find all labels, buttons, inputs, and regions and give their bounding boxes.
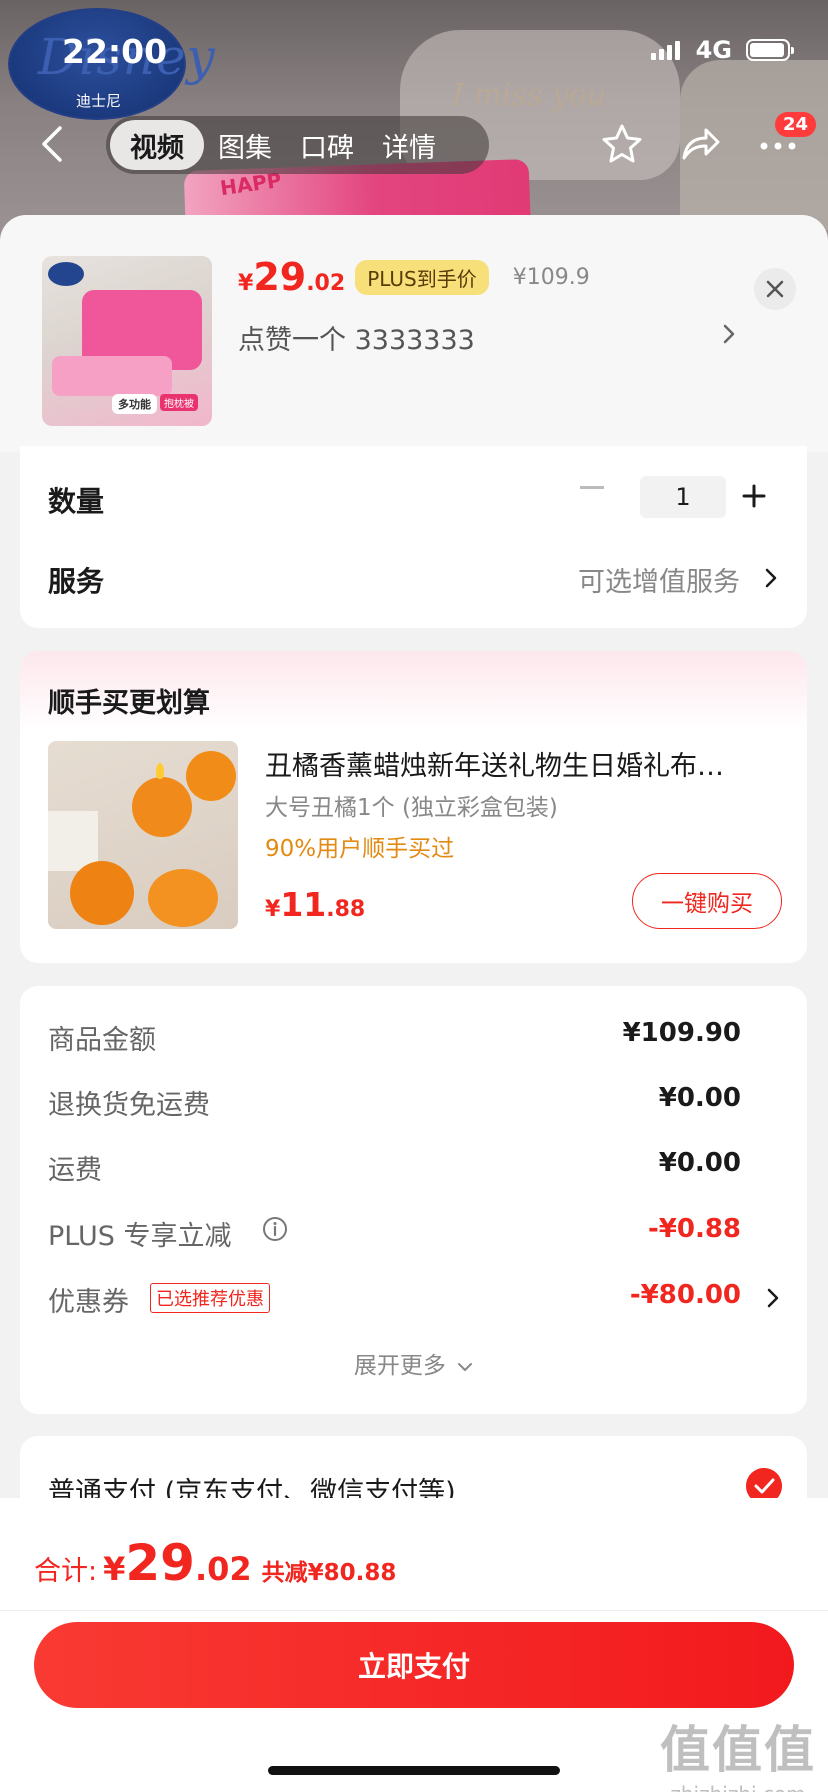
summary-label-goods: 商品金额 xyxy=(48,1025,156,1056)
backdrop-pillow-text: I miss you xyxy=(452,78,607,113)
bundle-title: 顺手买更划算 xyxy=(48,688,210,719)
price-integer: 29 xyxy=(253,255,307,299)
summary-label-coupon[interactable]: 优惠券 xyxy=(48,1280,129,1319)
bundle-popularity: 90%用户顺手买过 xyxy=(265,836,455,862)
info-icon[interactable] xyxy=(262,1216,288,1242)
coupon-recommended-tag: 已选推荐优惠 xyxy=(150,1283,270,1313)
watermark-logo: 值值值 xyxy=(660,1721,816,1779)
media-tabs: 视频 图集 口碑 详情 xyxy=(106,116,489,174)
service-label: 服务 xyxy=(48,565,105,598)
favorite-star-icon[interactable] xyxy=(600,122,644,166)
tab-video[interactable]: 视频 xyxy=(110,120,204,170)
message-count-badge: 24 xyxy=(774,112,816,137)
price-summary-card: 商品金额 ¥109.90 退换货免运费 ¥0.00 运费 ¥0.00 PLUS … xyxy=(20,986,807,1414)
summary-value-plus-discount: -¥0.88 xyxy=(647,1214,741,1244)
total-label: 合计: xyxy=(34,1556,98,1587)
chevron-right-icon[interactable] xyxy=(722,322,736,346)
tab-gallery[interactable]: 图集 xyxy=(204,120,286,170)
network-type: 4G xyxy=(695,36,732,64)
thumb-pink-blanket xyxy=(52,356,172,396)
home-indicator xyxy=(268,1766,560,1775)
nav-actions xyxy=(600,122,800,166)
bundle-price-integer: 11 xyxy=(280,885,327,924)
selected-spec[interactable]: 点赞一个 3333333 xyxy=(238,318,475,357)
tab-reviews[interactable]: 口碑 xyxy=(286,120,368,170)
thumb-brand-logo xyxy=(48,262,84,286)
bundle-product-image[interactable] xyxy=(48,741,238,929)
price-currency: ¥ xyxy=(238,271,254,296)
tab-details[interactable]: 详情 xyxy=(368,120,450,170)
close-icon[interactable] xyxy=(754,268,796,310)
chevron-right-icon[interactable] xyxy=(764,566,778,590)
share-icon[interactable] xyxy=(678,122,722,166)
divider xyxy=(0,1610,828,1611)
one-click-buy-button[interactable]: 一键购买 xyxy=(632,873,782,929)
bundle-price-decimal: .88 xyxy=(326,897,366,922)
bundle-orange xyxy=(148,869,218,927)
thumb-tag-2: 抱枕被 xyxy=(160,394,198,411)
quantity-input[interactable]: 1 xyxy=(640,476,726,518)
bundle-price-currency: ¥ xyxy=(265,897,281,922)
total-decimal: .02 xyxy=(194,1550,252,1588)
summary-value-shipping: ¥0.00 xyxy=(658,1148,741,1178)
candle-flame xyxy=(156,763,164,779)
bundle-price: ¥ 11 .88 xyxy=(265,885,365,924)
price-decimal: .02 xyxy=(306,271,346,296)
summary-value-coupon[interactable]: -¥80.00 xyxy=(630,1280,741,1310)
quantity-increase-button[interactable] xyxy=(742,484,766,508)
quantity-label: 数量 xyxy=(48,485,105,518)
service-value[interactable]: 可选增值服务 xyxy=(578,560,740,599)
options-card: 数量 服务 xyxy=(20,446,807,628)
product-price: ¥ 29 .02 PLUS到手价 ¥109.9 xyxy=(238,258,590,296)
plus-price-tag: PLUS到手价 xyxy=(355,259,489,295)
total-integer: 29 xyxy=(125,1534,195,1592)
summary-label-plus-discount: PLUS 专享立减 xyxy=(48,1221,232,1252)
product-thumbnail[interactable]: 多功能 抱枕被 xyxy=(42,256,212,426)
pay-now-button[interactable]: 立即支付 xyxy=(34,1622,794,1708)
watermark-url: zhizhizhi.com xyxy=(660,1782,816,1792)
total-price: 合计: ¥ 29 .02 共减¥80.88 xyxy=(34,1534,396,1592)
brand-logo-cn: 迪士尼 xyxy=(76,92,122,110)
total-saved: 共减¥80.88 xyxy=(261,1560,397,1586)
thumb-tag: 多功能 xyxy=(112,394,157,414)
expand-more-button[interactable]: 展开更多 xyxy=(20,1346,807,1380)
total-currency: ¥ xyxy=(103,1550,126,1588)
quantity-decrease-button[interactable] xyxy=(580,486,604,489)
battery-icon xyxy=(746,39,794,61)
chevron-down-icon xyxy=(458,1362,473,1371)
bundle-product-name[interactable]: 丑橘香薰蜡烛新年送礼物生日婚礼布… xyxy=(265,744,785,783)
summary-value-return-shipping: ¥0.00 xyxy=(658,1083,741,1113)
original-price: ¥109.9 xyxy=(512,264,590,290)
back-arrow-icon[interactable] xyxy=(38,124,66,164)
summary-label-return-shipping: 退换货免运费 xyxy=(48,1090,210,1121)
summary-label-shipping: 运费 xyxy=(48,1155,102,1186)
bundle-offer-card: 顺手买更划算 丑橘香薰蜡烛新年送礼物生日婚礼布… 大号丑橘1个 (独立彩盒包装)… xyxy=(20,651,807,963)
summary-value-goods: ¥109.90 xyxy=(622,1018,741,1048)
bundle-product-spec: 大号丑橘1个 (独立彩盒包装) xyxy=(265,795,558,821)
status-indicators: 4G xyxy=(650,36,794,64)
signal-icon xyxy=(650,40,680,60)
bundle-orange xyxy=(70,861,134,925)
bundle-orange-candle xyxy=(132,777,192,837)
bundle-orange xyxy=(186,751,236,801)
chevron-right-icon[interactable] xyxy=(766,1286,780,1310)
watermark: 值值值 zhizhizhi.com xyxy=(660,1710,816,1792)
status-time: 22:00 xyxy=(62,32,168,71)
expand-more-label: 展开更多 xyxy=(353,1353,446,1379)
